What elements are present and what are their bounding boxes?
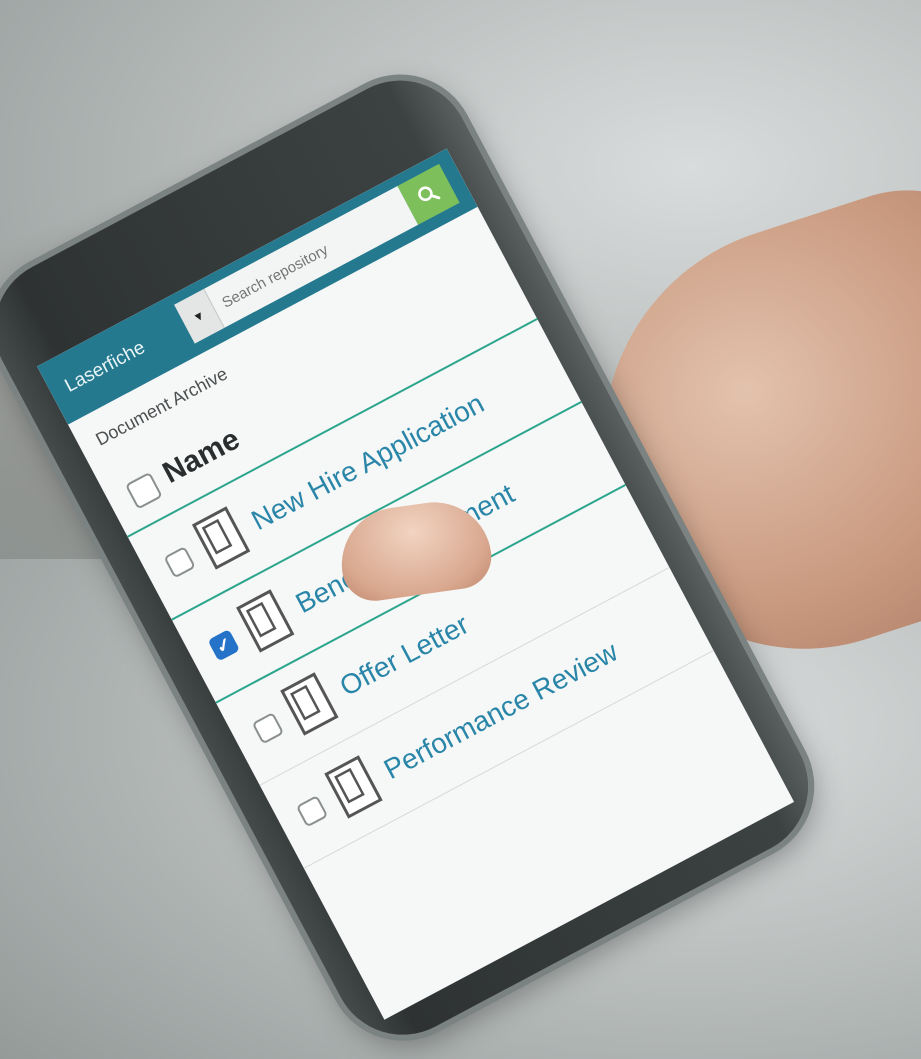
document-icon [324, 755, 383, 819]
row-checkbox[interactable] [163, 546, 196, 579]
document-icon [191, 506, 251, 570]
name-column-header[interactable]: Name [157, 422, 245, 490]
search-icon [418, 186, 441, 201]
row-checkbox[interactable] [251, 712, 285, 745]
row-checkbox[interactable]: ✓ [207, 629, 241, 662]
row-checkbox[interactable] [295, 795, 329, 828]
chevron-down-icon: ▼ [190, 307, 208, 326]
brand-logo: Laserfiche [61, 337, 149, 397]
document-icon [236, 589, 295, 653]
select-all-checkbox[interactable] [124, 471, 163, 510]
document-icon [280, 672, 339, 736]
